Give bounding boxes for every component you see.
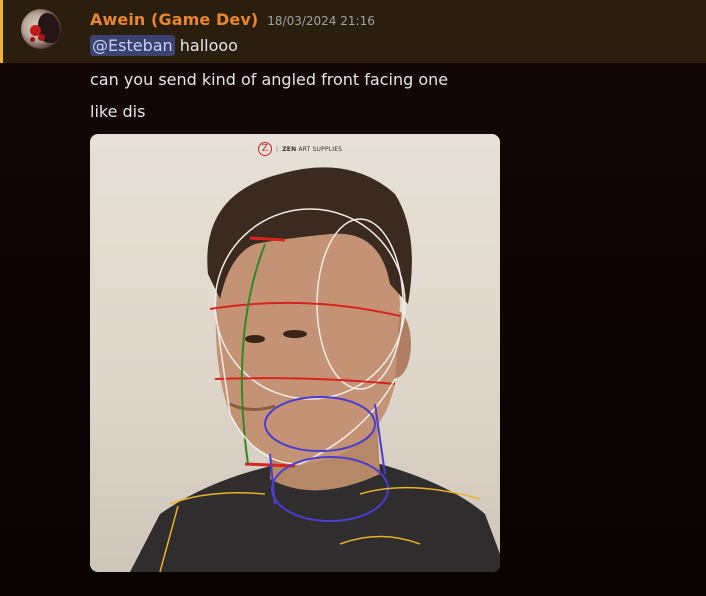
reference-photo <box>130 167 500 572</box>
brand-logo-icon: Z <box>258 142 272 156</box>
message-text: hallooo <box>179 36 238 55</box>
avatar[interactable] <box>21 9 61 49</box>
brand-name: ZEN <box>282 145 297 153</box>
timestamp[interactable]: 18/03/2024 21:16 <box>267 14 375 28</box>
brand-suffix: ART SUPPLIES <box>298 145 343 153</box>
brand-divider: | <box>276 145 279 153</box>
message-line-3: like dis <box>90 102 146 121</box>
username[interactable]: Awein (Game Dev) <box>90 10 258 29</box>
message-line-1: @Esteban hallooo <box>90 35 238 56</box>
image-attachment[interactable]: Z | ZEN ART SUPPLIES <box>90 134 500 572</box>
brand-watermark: Z | ZEN ART SUPPLIES <box>258 142 342 156</box>
message-header: Awein (Game Dev) 18/03/2024 21:16 <box>90 10 375 32</box>
user-mention[interactable]: @Esteban <box>90 35 175 56</box>
avatar-flower <box>30 25 41 36</box>
message-line-2: can you send kind of angled front facing… <box>90 70 449 89</box>
avatar-hair <box>38 13 60 43</box>
chat-message: Awein (Game Dev) 18/03/2024 21:16 @Esteb… <box>0 0 706 596</box>
